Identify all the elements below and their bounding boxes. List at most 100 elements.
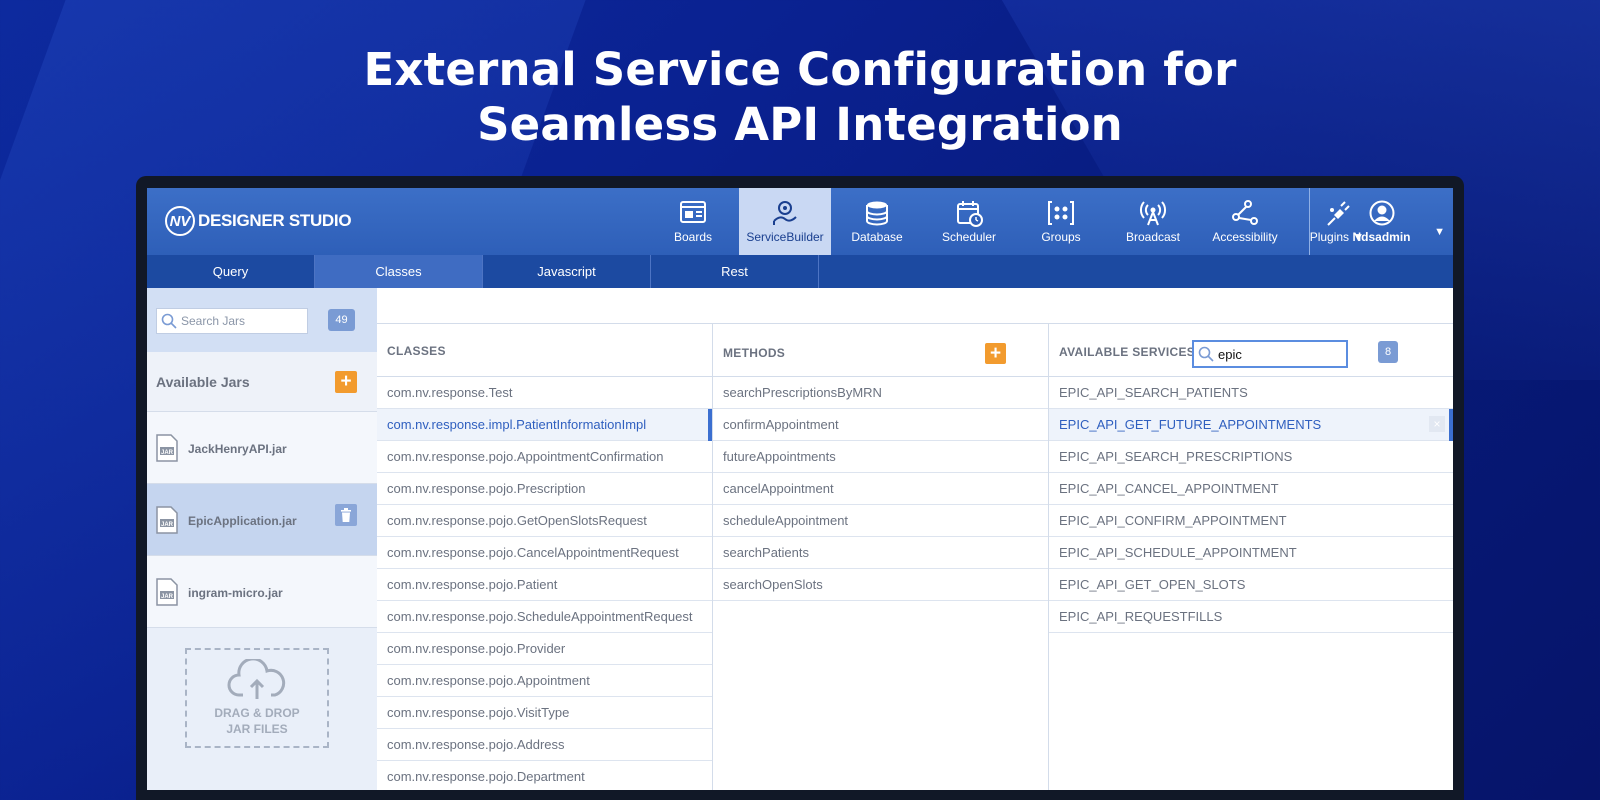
- chevron-down-icon[interactable]: ▼: [1434, 226, 1445, 238]
- list-item-label: EPIC_API_GET_FUTURE_APPOINTMENTS: [1059, 417, 1322, 432]
- list-item-label: com.nv.response.pojo.Provider: [387, 641, 566, 656]
- list-item[interactable]: com.nv.response.pojo.CancelAppointmentRe…: [377, 537, 712, 569]
- user-menu[interactable]: Ndsadmin ▼: [1309, 188, 1453, 255]
- list-item[interactable]: com.nv.response.pojo.AppointmentConfirma…: [377, 441, 712, 473]
- tab-classes[interactable]: Classes: [315, 255, 483, 288]
- service-count-badge: 8: [1378, 341, 1398, 363]
- service-builder-icon: [773, 201, 797, 225]
- list-item[interactable]: searchOpenSlots: [713, 569, 1048, 601]
- user-avatar-icon: [1369, 200, 1394, 225]
- tab-query[interactable]: Query: [147, 255, 315, 288]
- list-item-label: cancelAppointment: [723, 481, 834, 496]
- trash-icon: [341, 508, 351, 522]
- list-item[interactable]: com.nv.response.pojo.VisitType: [377, 697, 712, 729]
- methods-title: METHODS: [723, 346, 786, 360]
- list-item[interactable]: cancelAppointment: [713, 473, 1048, 505]
- nav-item-groups[interactable]: Groups: [1015, 188, 1107, 255]
- list-item[interactable]: com.nv.response.pojo.Provider: [377, 633, 712, 665]
- list-item-label: com.nv.response.pojo.Patient: [387, 577, 558, 592]
- list-item[interactable]: EPIC_API_SCHEDULE_APPOINTMENT: [1049, 537, 1453, 569]
- list-item[interactable]: searchPrescriptionsByMRN: [713, 377, 1048, 409]
- svg-text:JAR: JAR: [161, 450, 174, 456]
- list-item-label: com.nv.response.impl.PatientInformationI…: [387, 417, 647, 432]
- boards-icon: [680, 201, 706, 223]
- groups-icon: [1048, 201, 1074, 225]
- nav-item-database[interactable]: Database: [831, 188, 923, 255]
- cloud-upload-icon: [227, 659, 286, 699]
- list-item[interactable]: EPIC_API_REQUESTFILLS: [1049, 601, 1453, 633]
- list-item-label: com.nv.response.pojo.CancelAppointmentRe…: [387, 545, 679, 560]
- jar-dropzone[interactable]: DRAG & DROP JAR FILES: [185, 648, 329, 748]
- jar-item[interactable]: JAR ingram-micro.jar: [147, 556, 377, 628]
- jar-name: ingram-micro.jar: [188, 586, 283, 600]
- list-item[interactable]: EPIC_API_SEARCH_PRESCRIPTIONS: [1049, 441, 1453, 473]
- jar-name: EpicApplication.jar: [188, 514, 297, 528]
- list-item-label: com.nv.response.Test: [387, 385, 513, 400]
- nav-item-servicebuilder[interactable]: ServiceBuilder: [739, 188, 831, 255]
- list-item[interactable]: com.nv.response.impl.PatientInformationI…: [377, 409, 712, 441]
- list-item[interactable]: EPIC_API_CANCEL_APPOINTMENT: [1049, 473, 1453, 505]
- content-toolbar: [377, 288, 1453, 324]
- list-item[interactable]: com.nv.response.pojo.Department: [377, 761, 712, 790]
- add-method-button[interactable]: +: [985, 343, 1006, 364]
- available-jars-title: Available Jars: [156, 374, 250, 390]
- nav-item-accessibility[interactable]: Accessibility: [1199, 188, 1291, 255]
- nav-label: Accessibility: [1212, 230, 1278, 244]
- list-item[interactable]: searchPatients: [713, 537, 1048, 569]
- add-jar-button[interactable]: +: [335, 371, 357, 393]
- delete-jar-button[interactable]: [335, 504, 357, 526]
- list-item-label: EPIC_API_SEARCH_PRESCRIPTIONS: [1059, 449, 1293, 464]
- list-item-label: EPIC_API_CONFIRM_APPOINTMENT: [1059, 513, 1287, 528]
- jar-item[interactable]: JAR JackHenryAPI.jar: [147, 412, 377, 484]
- nav-item-boards[interactable]: Boards: [647, 188, 739, 255]
- list-item-label: futureAppointments: [723, 449, 836, 464]
- classes-title: CLASSES: [387, 344, 446, 358]
- list-item[interactable]: EPIC_API_GET_FUTURE_APPOINTMENTS ×: [1049, 409, 1453, 441]
- list-item-label: com.nv.response.pojo.Address: [387, 737, 565, 752]
- list-item[interactable]: com.nv.response.pojo.Patient: [377, 569, 712, 601]
- list-item-label: com.nv.response.pojo.Appointment: [387, 673, 590, 688]
- tab-javascript[interactable]: Javascript: [483, 255, 651, 288]
- list-item[interactable]: EPIC_API_GET_OPEN_SLOTS: [1049, 569, 1453, 601]
- logo-mark: NV: [165, 206, 195, 236]
- nav-label: ServiceBuilder: [746, 230, 824, 244]
- jar-search-input[interactable]: Search Jars: [156, 308, 308, 334]
- jar-item[interactable]: JAR EpicApplication.jar: [147, 484, 377, 556]
- nav-label: Database: [851, 230, 903, 244]
- list-item-label: EPIC_API_CANCEL_APPOINTMENT: [1059, 481, 1279, 496]
- methods-column: METHODS + searchPrescriptionsByMRN confir…: [713, 324, 1049, 790]
- dropzone-line-1: DRAG & DROP: [214, 706, 300, 720]
- page-headline: External Service Configuration for Seaml…: [0, 42, 1600, 152]
- database-icon: [866, 201, 888, 226]
- list-item[interactable]: com.nv.response.pojo.Address: [377, 729, 712, 761]
- nav-item-broadcast[interactable]: Broadcast: [1107, 188, 1199, 255]
- list-item[interactable]: futureAppointments: [713, 441, 1048, 473]
- list-item-label: searchPrescriptionsByMRN: [723, 385, 882, 400]
- list-item[interactable]: scheduleAppointment: [713, 505, 1048, 537]
- svg-text:JAR: JAR: [161, 522, 174, 528]
- jars-panel: Search Jars 49 Available Jars + JAR Jack…: [147, 288, 377, 790]
- nav-label: Groups: [1041, 230, 1081, 244]
- list-item-label: com.nv.response.pojo.GetOpenSlotsRequest: [387, 513, 647, 528]
- list-item-label: EPIC_API_REQUESTFILLS: [1059, 609, 1223, 624]
- list-item[interactable]: com.nv.response.Test: [377, 377, 712, 409]
- service-search-input[interactable]: epic: [1192, 340, 1348, 368]
- close-icon[interactable]: ×: [1429, 416, 1445, 432]
- dropzone-line-2: JAR FILES: [226, 722, 288, 736]
- jar-count-badge: 49: [328, 309, 355, 331]
- list-item[interactable]: com.nv.response.pojo.Appointment: [377, 665, 712, 697]
- app-logo[interactable]: NV DESIGNER STUDIO: [165, 206, 352, 236]
- list-item[interactable]: com.nv.response.pojo.GetOpenSlotsRequest: [377, 505, 712, 537]
- nav-label: Broadcast: [1125, 230, 1181, 244]
- list-item[interactable]: com.nv.response.pojo.ScheduleAppointment…: [377, 601, 712, 633]
- services-header: AVAILABLE SERVICES epic 8: [1049, 324, 1453, 377]
- list-item[interactable]: confirmAppointment: [713, 409, 1048, 441]
- list-item-label: com.nv.response.pojo.Prescription: [387, 481, 586, 496]
- user-name: Ndsadmin: [1352, 229, 1411, 244]
- nav-item-scheduler[interactable]: Scheduler: [923, 188, 1015, 255]
- tab-rest[interactable]: Rest: [651, 255, 819, 288]
- list-item[interactable]: EPIC_API_CONFIRM_APPOINTMENT: [1049, 505, 1453, 537]
- list-item[interactable]: EPIC_API_SEARCH_PATIENTS: [1049, 377, 1453, 409]
- list-item[interactable]: com.nv.response.pojo.Prescription: [377, 473, 712, 505]
- app-window: NV DESIGNER STUDIO Boards ServiceBuilder…: [147, 188, 1453, 790]
